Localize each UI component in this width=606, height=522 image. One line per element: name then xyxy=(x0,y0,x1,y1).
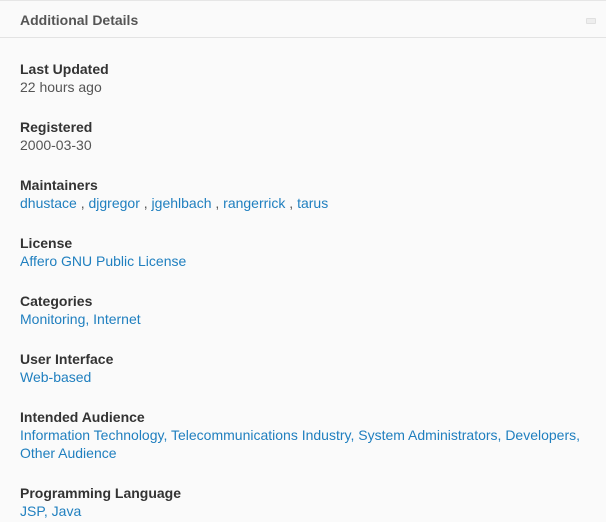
list-link[interactable]: rangerrick xyxy=(223,195,285,211)
maintainers-list: dhustace , djgregor , jgehlbach , ranger… xyxy=(20,194,586,212)
license-list: Affero GNU Public License xyxy=(20,252,586,270)
user-interface-list: Web-based xyxy=(20,368,586,386)
field-label: Intended Audience xyxy=(20,409,145,425)
list-link[interactable]: jgehlbach xyxy=(152,195,212,211)
list-link[interactable]: Java xyxy=(52,503,82,519)
field-label: Programming Language xyxy=(20,485,182,501)
field-maintainers: Maintainers dhustace , djgregor , jgehlb… xyxy=(20,176,586,212)
field-license: License Affero GNU Public License xyxy=(20,234,586,270)
list-link[interactable]: System Administrators xyxy=(358,427,497,443)
additional-details-panel: Additional Details Last Updated 22 hours… xyxy=(0,0,606,522)
list-link[interactable]: Developers xyxy=(505,427,576,443)
list-link[interactable]: Affero GNU Public License xyxy=(20,253,186,269)
list-link[interactable]: Other Audience xyxy=(20,445,117,461)
separator: , xyxy=(163,427,171,443)
list-link[interactable]: djgregor xyxy=(89,195,140,211)
field-registered: Registered 2000-03-30 xyxy=(20,118,586,154)
list-link[interactable]: Web-based xyxy=(20,369,91,385)
list-link[interactable]: dhustace xyxy=(20,195,77,211)
separator: , xyxy=(576,427,581,443)
separator: , xyxy=(285,195,298,211)
list-link[interactable]: JSP xyxy=(20,503,44,519)
field-label: License xyxy=(20,235,73,251)
separator: , xyxy=(43,503,52,519)
field-programming-language: Programming Language JSP, Java xyxy=(20,484,586,520)
panel-header: Additional Details xyxy=(0,1,606,38)
separator: , xyxy=(85,311,94,327)
separator: , xyxy=(76,195,89,211)
field-label: Categories xyxy=(20,293,93,309)
list-link[interactable]: tarus xyxy=(297,195,328,211)
registered-value: 2000-03-30 xyxy=(20,137,92,153)
categories-list: Monitoring, Internet xyxy=(20,310,586,328)
field-label: User Interface xyxy=(20,351,114,367)
intended-audience-list: Information Technology, Telecommunicatio… xyxy=(20,426,586,462)
last-updated-value: 22 hours ago xyxy=(20,79,102,95)
programming-language-list: JSP, Java xyxy=(20,502,586,520)
field-user-interface: User Interface Web-based xyxy=(20,350,586,386)
panel-title: Additional Details xyxy=(20,12,139,28)
list-link[interactable]: Information Technology xyxy=(20,427,163,443)
field-label: Last Updated xyxy=(20,61,109,77)
separator: , xyxy=(139,195,152,211)
list-link[interactable]: Monitoring xyxy=(20,311,85,327)
field-last-updated: Last Updated 22 hours ago xyxy=(20,60,586,96)
field-intended-audience: Intended Audience Information Technology… xyxy=(20,408,586,462)
separator: , xyxy=(211,195,224,211)
field-categories: Categories Monitoring, Internet xyxy=(20,292,586,328)
list-link[interactable]: Internet xyxy=(93,311,140,327)
list-link[interactable]: Telecommunications Industry xyxy=(171,427,350,443)
panel-body: Last Updated 22 hours ago Registered 200… xyxy=(0,38,606,520)
field-label: Maintainers xyxy=(20,177,98,193)
field-label: Registered xyxy=(20,119,93,135)
minus-icon[interactable] xyxy=(586,18,596,24)
